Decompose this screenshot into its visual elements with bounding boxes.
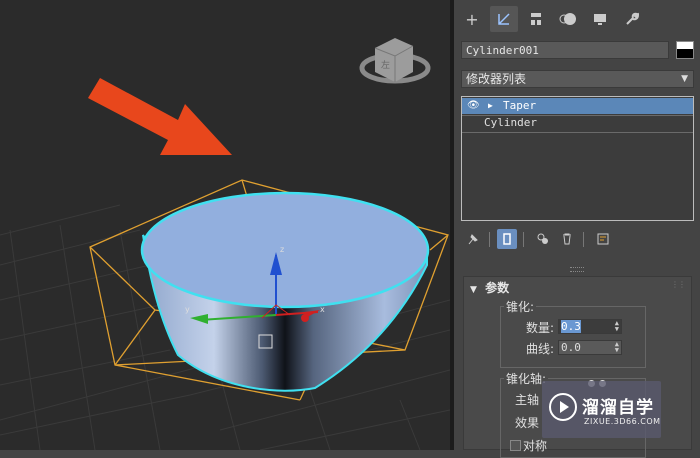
parameters-rollout-header[interactable]: ▼ 参数 xyxy=(470,279,509,296)
gizmo-y-label: y xyxy=(185,305,190,314)
gizmo-z-label: z xyxy=(280,245,284,254)
symmetry-label: 对称 xyxy=(523,439,548,453)
modifier-stack-toolbar xyxy=(461,229,694,251)
primary-axis-label: 主轴 xyxy=(515,393,540,407)
toolbar-divider xyxy=(583,232,584,247)
motion-tab-icon[interactable] xyxy=(554,6,582,32)
viewport-scene: 左 z y x xyxy=(0,38,450,450)
toolbar-divider xyxy=(523,232,524,247)
stack-item-cylinder[interactable]: Cylinder xyxy=(462,115,693,131)
watermark-title: 溜溜自学 xyxy=(582,398,654,418)
modifier-list-label: 修改器列表 xyxy=(466,72,527,86)
object-name-field[interactable]: Cylinder001 xyxy=(461,41,669,59)
collapse-triangle-icon: ▼ xyxy=(470,285,477,295)
pin-stack-icon[interactable] xyxy=(463,229,483,249)
spinner-arrows-icon[interactable]: ▲ ▼ xyxy=(615,320,619,333)
rollout-dots-icon: ⋮⋮ xyxy=(671,280,686,289)
configure-sets-icon[interactable] xyxy=(593,229,613,249)
create-tab-icon[interactable]: + xyxy=(458,6,486,32)
watermark-url: ZIXUE.3D66.COM xyxy=(584,417,661,426)
amount-label: 数量: xyxy=(526,321,555,335)
viewcube-label: 左 xyxy=(381,59,390,71)
amount-value: 0.3 xyxy=(561,320,581,333)
modify-tab-icon[interactable] xyxy=(490,6,518,32)
hierarchy-tab-icon[interactable] xyxy=(522,6,550,32)
remove-modifier-icon[interactable] xyxy=(557,229,577,249)
perspective-viewport[interactable]: 左 z y x xyxy=(0,0,450,450)
effect-axis-label: 效果 xyxy=(515,416,540,430)
display-tab-icon[interactable] xyxy=(586,6,614,32)
modifier-list-dropdown[interactable]: 修改器列表 ▼ xyxy=(461,70,694,88)
taper-group: 锥化: 数量: 0.3 ▲ ▼ 曲线: 0.0 ▲ ▼ xyxy=(500,298,646,368)
show-end-result-icon[interactable] xyxy=(497,229,517,249)
chevron-down-icon: ▼ xyxy=(681,74,688,84)
curve-label: 曲线: xyxy=(526,342,555,356)
rollout-resize-grip[interactable] xyxy=(570,267,584,272)
curve-spinner[interactable]: 0.0 ▲ ▼ xyxy=(558,340,622,355)
stack-item-label: Cylinder xyxy=(484,116,537,129)
viewcube[interactable]: 左 xyxy=(359,38,431,84)
play-logo-icon xyxy=(549,393,577,421)
watermark: 溜溜自学 ZIXUE.3D66.COM xyxy=(542,381,661,438)
visibility-eye-icon[interactable]: 👁 xyxy=(467,98,480,114)
toolbar-divider xyxy=(489,232,490,247)
curve-value: 0.0 xyxy=(561,341,581,354)
stack-divider xyxy=(462,132,693,133)
command-panel-tabs: + xyxy=(454,6,700,34)
utilities-tab-icon[interactable] xyxy=(618,6,646,32)
pointer-arrow-icon xyxy=(88,78,232,155)
gizmo-x-label: x xyxy=(320,305,325,314)
stack-item-label: Taper xyxy=(503,99,537,112)
tapered-cylinder[interactable] xyxy=(140,191,430,392)
object-color-swatch[interactable] xyxy=(676,41,694,59)
make-unique-icon[interactable] xyxy=(533,229,553,249)
rollout-title: 参数 xyxy=(485,281,510,295)
symmetry-checkbox[interactable] xyxy=(510,440,521,451)
spinner-arrows-icon[interactable]: ▲ ▼ xyxy=(615,341,619,354)
amount-spinner[interactable]: 0.3 ▲ ▼ xyxy=(558,319,622,334)
stack-item-taper[interactable]: 👁 ▶ Taper xyxy=(462,98,693,114)
modifier-stack: 👁 ▶ Taper Cylinder xyxy=(461,96,694,221)
expand-triangle-icon[interactable]: ▶ xyxy=(488,98,493,114)
taper-group-label: 锥化: xyxy=(504,298,537,315)
